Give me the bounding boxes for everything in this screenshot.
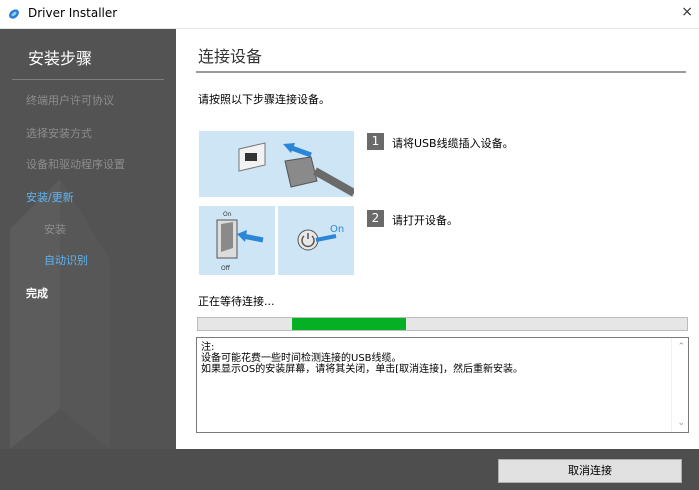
step-2-number: 2 <box>367 210 384 227</box>
sidebar-heading: 安装步骤 <box>28 49 93 68</box>
window-titlebar: Driver Installer × <box>0 0 699 29</box>
progress-fill <box>292 318 406 330</box>
sidebar-step-device-setup: 设备和驱动程序设置 <box>26 158 125 171</box>
usb-plug-illustration <box>199 131 356 197</box>
driver-installer-icon <box>9 9 19 19</box>
scroll-up-icon[interactable]: ⌃ <box>677 342 685 352</box>
note-text: 注: 设备可能花费一些时间检测连接的USB线缆。 如果显示OS的安装屏幕，请将其… <box>201 342 524 375</box>
usb-plug-icon <box>238 142 356 197</box>
step-1-number: 1 <box>367 133 384 150</box>
page-title: 连接设备 <box>198 47 263 66</box>
steps-sidebar: 安装步骤 终端用户许可协议 选择安装方式 设备和驱动程序设置 安装/更新 安装 … <box>0 29 176 449</box>
sidebar-step-install-method: 选择安装方式 <box>26 127 92 140</box>
sidebar-divider <box>12 79 164 80</box>
sidebar-step-install-update: 安装/更新 <box>26 191 74 204</box>
main-panel: 连接设备 请按照以下步骤连接设备。 1 请将USB线缆插入设备。 On Off <box>176 29 699 449</box>
switch-on-label: On <box>223 211 232 218</box>
power-button-icon: On <box>297 224 344 251</box>
step-2-text: 请打开设备。 <box>392 214 458 227</box>
sidebar-substep-auto-detect: 自动识别 <box>44 254 88 267</box>
waiting-status: 正在等待连接... <box>198 295 275 308</box>
title-underline <box>196 71 686 73</box>
dialog-footer: 取消连接 <box>0 449 699 490</box>
note-textarea[interactable]: 注: 设备可能花费一些时间检测连接的USB线缆。 如果显示OS的安装屏幕，请将其… <box>196 337 689 433</box>
sidebar-step-eula: 终端用户许可协议 <box>26 94 114 107</box>
intro-text: 请按照以下步骤连接设备。 <box>198 93 330 106</box>
power-button-illustration: On <box>278 206 354 275</box>
sidebar-substep-install: 安装 <box>44 223 66 236</box>
power-on-label: On <box>330 224 344 235</box>
scroll-down-icon[interactable]: ⌄ <box>677 418 685 428</box>
note-scrollbar[interactable]: ⌃ ⌄ <box>671 338 688 432</box>
power-switch-illustration: On Off <box>199 206 275 275</box>
cancel-connection-button[interactable]: 取消连接 <box>498 459 682 483</box>
rocker-switch-icon: On Off <box>216 211 264 272</box>
switch-off-label: Off <box>221 265 231 272</box>
connection-progress-bar <box>197 317 688 331</box>
step-1-text: 请将USB线缆插入设备。 <box>392 137 514 150</box>
close-icon[interactable]: × <box>681 4 693 20</box>
sidebar-step-finish: 完成 <box>26 287 48 300</box>
window-title: Driver Installer <box>28 6 118 20</box>
